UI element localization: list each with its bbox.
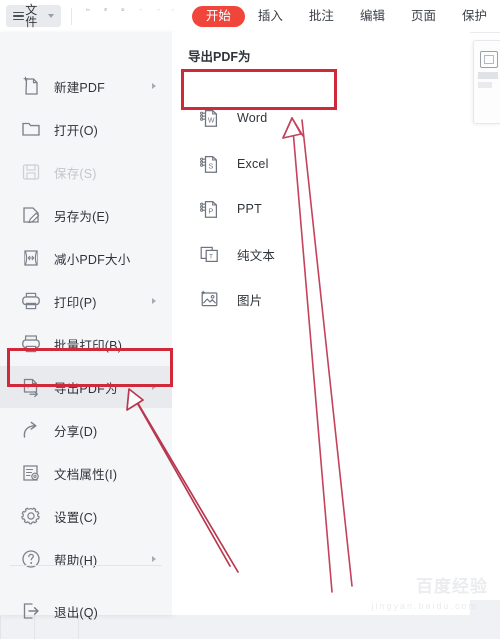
menu-item-save: 保存(S) <box>0 151 172 193</box>
tab-protect[interactable]: 保护 <box>449 10 500 23</box>
open-folder-icon[interactable] <box>86 8 90 25</box>
tab-insert[interactable]: 插入 <box>245 10 296 23</box>
customize-chevron-icon[interactable] <box>171 8 175 25</box>
menu-item-open[interactable]: 打开(O) <box>0 108 172 150</box>
ppt-export-icon: P <box>198 198 221 221</box>
submenu-item-label: 纯文本 <box>237 248 276 263</box>
submenu-item-label: 图片 <box>237 293 263 308</box>
watermark-text: 百度经验 <box>416 577 488 597</box>
save-icon[interactable] <box>104 7 108 25</box>
menu-item-new-pdf[interactable]: 新建PDF <box>0 65 172 107</box>
chevron-right-icon <box>152 298 156 304</box>
menu-item-document-properties[interactable]: 文档属性(I) <box>0 452 172 494</box>
file-menu-panel: 新建PDF 打开(O) 保存(S) 另存为(E) 减小PDF大小 打印(P) 批… <box>0 32 173 620</box>
panel-label-placeholder <box>478 82 492 88</box>
save-as-icon <box>20 204 42 226</box>
menu-item-save-as[interactable]: 另存为(E) <box>0 194 172 236</box>
menu-item-print[interactable]: 打印(P) <box>0 280 172 322</box>
submenu-item-word[interactable]: W Word <box>172 96 470 140</box>
svg-text:S: S <box>208 161 213 170</box>
save-icon <box>20 161 42 183</box>
batch-print-icon <box>20 333 42 355</box>
menu-item-compress-pdf[interactable]: 减小PDF大小 <box>0 237 172 279</box>
submenu-item-label: Excel <box>237 157 269 171</box>
submenu-item-image[interactable]: 图片 <box>172 277 470 321</box>
text-export-icon: T <box>198 243 221 266</box>
tab-start[interactable]: 开始 <box>191 5 245 27</box>
menu-item-batch-print[interactable]: 批量打印(B) <box>0 323 172 365</box>
print-icon <box>20 290 42 312</box>
compress-pdf-icon <box>20 247 42 269</box>
tab-comment[interactable]: 批注 <box>296 10 347 23</box>
menu-item-settings[interactable]: 设置(C) <box>0 495 172 537</box>
menu-item-share[interactable]: 分享(D) <box>0 409 172 451</box>
menu-item-label: 分享(D) <box>54 424 98 439</box>
menu-item-label: 退出(Q) <box>54 605 99 620</box>
menu-item-exit[interactable]: 退出(Q) <box>0 590 172 632</box>
share-icon <box>20 419 42 441</box>
print-icon[interactable] <box>121 7 125 25</box>
file-menu-button[interactable]: 文件 <box>6 3 62 29</box>
menu-item-label: 文档属性(I) <box>54 467 118 482</box>
menu-item-label: 批量打印(B) <box>54 338 123 353</box>
svg-text:P: P <box>208 206 213 215</box>
chevron-right-icon <box>152 384 156 390</box>
svg-text:P: P <box>27 384 31 391</box>
undo-icon[interactable] <box>139 8 143 25</box>
submenu-item-plain-text[interactable]: T 纯文本 <box>172 232 470 276</box>
chevron-right-icon <box>152 83 156 89</box>
menu-item-label: 导出PDF为 <box>54 381 118 396</box>
open-folder-icon <box>20 118 42 140</box>
menu-item-help[interactable]: 帮助(H) <box>0 538 172 580</box>
menu-item-label: 打开(O) <box>54 123 99 138</box>
help-circle-icon <box>20 548 42 570</box>
hamburger-icon <box>13 11 24 21</box>
tab-edit[interactable]: 编辑 <box>347 10 398 23</box>
exit-icon <box>20 600 42 622</box>
svg-text:T: T <box>209 253 213 260</box>
menu-divider <box>10 565 162 566</box>
panel-thumbnail-icon <box>480 51 498 68</box>
excel-export-icon: S <box>198 153 221 176</box>
menu-item-label: 新建PDF <box>54 80 106 95</box>
gear-icon <box>20 505 42 527</box>
image-export-icon <box>198 288 221 311</box>
right-side-panel[interactable] <box>473 40 500 124</box>
panel-label-placeholder <box>478 72 498 79</box>
word-export-icon: W <box>198 107 221 130</box>
chevron-down-icon <box>48 14 55 18</box>
submenu-item-label: Word <box>237 111 268 125</box>
menu-item-label: 设置(C) <box>54 510 98 525</box>
ribbon-tabs: 开始 插入 批注 编辑 页面 保护 <box>191 5 500 27</box>
top-toolbar: 文件 开始 插入 批注 编辑 页面 保护 <box>0 0 500 33</box>
tab-page[interactable]: 页面 <box>398 10 449 23</box>
submenu-title: 导出PDF为 <box>188 50 251 64</box>
menu-item-label: 减小PDF大小 <box>54 252 131 267</box>
menu-item-label: 另存为(E) <box>54 209 110 224</box>
redo-icon[interactable] <box>157 8 161 25</box>
submenu-item-ppt[interactable]: P PPT <box>172 187 470 231</box>
export-pdf-submenu-panel: 导出PDF为 W Word S Excel P PPT T 纯文本 图片 <box>172 32 470 615</box>
watermark-subtext: jingyan.baidu.com <box>371 601 478 611</box>
document-properties-icon <box>20 462 42 484</box>
menu-item-label: 打印(P) <box>54 295 97 310</box>
export-pdf-icon: P <box>20 376 42 398</box>
file-menu-button-label: 文件 <box>25 3 38 29</box>
svg-text:W: W <box>208 117 215 124</box>
menu-item-export-pdf[interactable]: P 导出PDF为 <box>0 366 172 408</box>
submenu-item-label: PPT <box>237 202 262 216</box>
chevron-right-icon <box>152 556 156 562</box>
menu-item-label: 保存(S) <box>54 166 97 181</box>
submenu-item-excel[interactable]: S Excel <box>172 142 470 186</box>
new-pdf-icon <box>20 75 42 97</box>
